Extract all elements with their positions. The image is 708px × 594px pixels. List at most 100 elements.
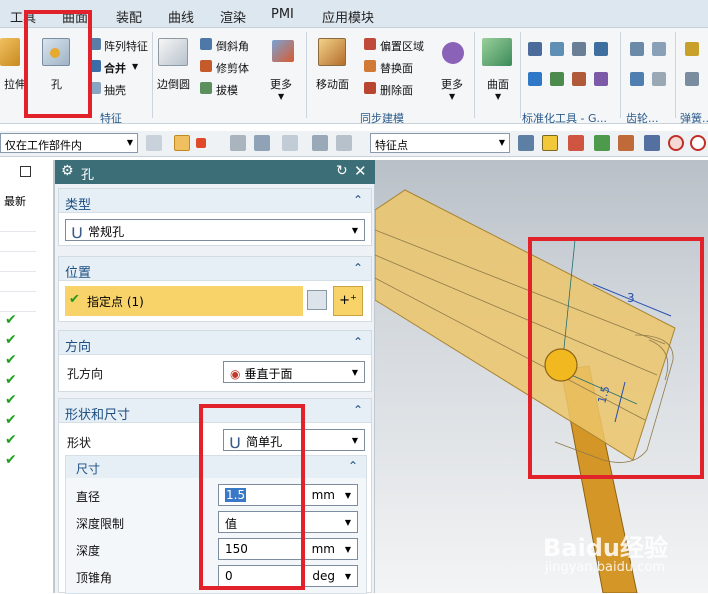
more-features-dropdown-icon[interactable]: ▼ bbox=[278, 92, 284, 101]
spring-tool-icon-2[interactable] bbox=[685, 72, 699, 86]
pattern-feature-label[interactable]: 阵列特征 bbox=[104, 38, 148, 54]
hole-direction-label: 孔方向 bbox=[67, 367, 104, 381]
selection-scope-select[interactable]: 仅在工作部件内 ▼ bbox=[0, 133, 138, 153]
collapse-icon[interactable]: ⌃ bbox=[353, 261, 363, 275]
menu-render[interactable]: 渲染 bbox=[220, 7, 246, 26]
unite-label[interactable]: 合并 bbox=[104, 60, 126, 76]
extrude-label[interactable]: 拉伸 bbox=[4, 76, 26, 92]
trim-body-label[interactable]: 修剪体 bbox=[216, 60, 249, 76]
select-icon[interactable] bbox=[230, 135, 246, 151]
depth-limit-label: 深度限制 bbox=[76, 517, 125, 531]
offset-region-label[interactable]: 偏置区域 bbox=[380, 38, 424, 54]
shell-label[interactable]: 抽壳 bbox=[104, 82, 126, 98]
menu-curve[interactable]: 曲线 bbox=[168, 7, 194, 26]
trim-body-icon[interactable] bbox=[200, 60, 212, 72]
more-features-label[interactable]: 更多 bbox=[270, 76, 292, 92]
dimensions-title: 尺寸 bbox=[76, 462, 101, 476]
type-section-header[interactable]: 类型 ⌃ bbox=[59, 189, 371, 213]
direction-section-header[interactable]: 方向 ⌃ bbox=[59, 331, 371, 355]
snap-dropdown-icon[interactable] bbox=[196, 138, 206, 148]
delete-face-label[interactable]: 删除面 bbox=[380, 82, 413, 98]
std-tools-group-label: 标准化工具 - G... bbox=[522, 112, 607, 125]
gear-tool-icon-2[interactable] bbox=[652, 42, 666, 56]
snap-point-icon[interactable] bbox=[174, 135, 190, 151]
lasso-icon[interactable] bbox=[254, 135, 270, 151]
edge-blend-icon[interactable] bbox=[158, 38, 188, 66]
point-dialog-icon[interactable]: +⁺ bbox=[333, 286, 363, 316]
watermark-brand: Baidu经验 bbox=[543, 534, 668, 562]
snap-type-select[interactable]: 特征点 ▼ bbox=[370, 133, 510, 153]
gear-group-label: 齿轮... bbox=[626, 112, 659, 125]
tip-angle-label: 顶锥角 bbox=[76, 571, 113, 585]
reset-icon[interactable]: ↻ bbox=[336, 163, 348, 179]
menu-pmi[interactable]: PMI bbox=[271, 7, 294, 22]
std-tool-icon-1[interactable] bbox=[528, 42, 542, 56]
chamfer-label[interactable]: 倒斜角 bbox=[216, 38, 249, 54]
gear-icon[interactable] bbox=[630, 42, 644, 56]
check-icon: ✔ bbox=[5, 392, 17, 408]
filter-icon[interactable] bbox=[146, 135, 162, 151]
viewport-highlight-box bbox=[528, 237, 704, 479]
specify-point-row[interactable]: ✔ 指定点 (1) bbox=[65, 286, 303, 316]
arrow-icon[interactable] bbox=[518, 135, 534, 151]
more-features-icon[interactable] bbox=[272, 40, 294, 62]
snap-toggle-icon[interactable] bbox=[312, 135, 328, 151]
unite-dropdown-icon[interactable]: ▼ bbox=[132, 62, 138, 71]
quadrant-icon[interactable] bbox=[690, 135, 706, 151]
draft-label[interactable]: 拔模 bbox=[216, 82, 238, 98]
tip-angle-unit: deg bbox=[312, 569, 335, 583]
maximize-icon[interactable] bbox=[20, 166, 31, 177]
rect-select-icon[interactable] bbox=[282, 135, 298, 151]
draft-icon[interactable] bbox=[200, 82, 212, 94]
chamfer-icon[interactable] bbox=[200, 38, 212, 50]
endpoint-icon[interactable] bbox=[542, 135, 558, 151]
delete-face-icon[interactable] bbox=[364, 82, 376, 94]
more-sync-icon[interactable] bbox=[442, 42, 464, 64]
gear-tool-icon-3[interactable] bbox=[630, 72, 644, 86]
collapse-icon[interactable]: ⌃ bbox=[353, 335, 363, 349]
grid-icon[interactable] bbox=[336, 135, 352, 151]
arc-center-icon[interactable] bbox=[618, 135, 634, 151]
close-icon[interactable]: ✕ bbox=[354, 162, 367, 180]
circle-center-icon[interactable] bbox=[668, 135, 684, 151]
spring-group-label: 弹簧... bbox=[680, 112, 708, 125]
hole-type-select[interactable]: ⋃ 常规孔 ▼ bbox=[65, 219, 365, 241]
gear-icon[interactable]: ⚙ bbox=[61, 163, 74, 179]
control-point-icon[interactable] bbox=[594, 135, 610, 151]
position-section-header[interactable]: 位置 ⌃ bbox=[59, 257, 371, 281]
spring-icon[interactable] bbox=[685, 42, 699, 56]
extrude-icon[interactable] bbox=[0, 38, 20, 66]
replace-face-icon[interactable] bbox=[364, 60, 376, 72]
std-tool-icon-7[interactable] bbox=[572, 72, 586, 86]
position-section-title: 位置 bbox=[65, 266, 92, 281]
surface-dropdown-icon[interactable]: ▼ bbox=[495, 92, 501, 101]
offset-region-icon[interactable] bbox=[364, 38, 376, 50]
menu-applications[interactable]: 应用模块 bbox=[322, 7, 374, 26]
std-tool-icon-3[interactable] bbox=[572, 42, 586, 56]
intersection-icon[interactable] bbox=[644, 135, 660, 151]
more-sync-dropdown-icon[interactable]: ▼ bbox=[449, 92, 455, 101]
move-face-label[interactable]: 移动面 bbox=[316, 76, 349, 92]
collapse-icon[interactable]: ⌃ bbox=[353, 193, 363, 207]
edge-blend-label[interactable]: 边倒圆 bbox=[157, 76, 190, 92]
gear-tool-icon-4[interactable] bbox=[652, 72, 666, 86]
surface-icon[interactable] bbox=[482, 38, 512, 66]
surface-label[interactable]: 曲面 bbox=[487, 76, 509, 92]
collapse-icon[interactable]: ⌃ bbox=[348, 459, 358, 473]
move-face-icon[interactable] bbox=[318, 38, 346, 66]
sketch-section-icon[interactable] bbox=[307, 290, 327, 310]
std-tool-icon-8[interactable] bbox=[594, 72, 608, 86]
snap-type-value: 特征点 bbox=[375, 139, 408, 152]
collapse-icon[interactable]: ⌃ bbox=[353, 403, 363, 417]
replace-face-label[interactable]: 替换面 bbox=[380, 60, 413, 76]
more-sync-label[interactable]: 更多 bbox=[441, 76, 463, 92]
menu-assembly[interactable]: 装配 bbox=[116, 7, 142, 26]
std-tool-icon-5[interactable] bbox=[528, 72, 542, 86]
hole-direction-select[interactable]: ◉ 垂直于面 ▼ bbox=[223, 361, 365, 383]
std-tool-icon-2[interactable] bbox=[550, 42, 564, 56]
std-tool-icon-4[interactable] bbox=[594, 42, 608, 56]
depth-unit: mm bbox=[311, 542, 335, 556]
midpoint-icon[interactable] bbox=[568, 135, 584, 151]
std-tool-icon-6[interactable] bbox=[550, 72, 564, 86]
check-icon: ✔ bbox=[5, 352, 17, 368]
